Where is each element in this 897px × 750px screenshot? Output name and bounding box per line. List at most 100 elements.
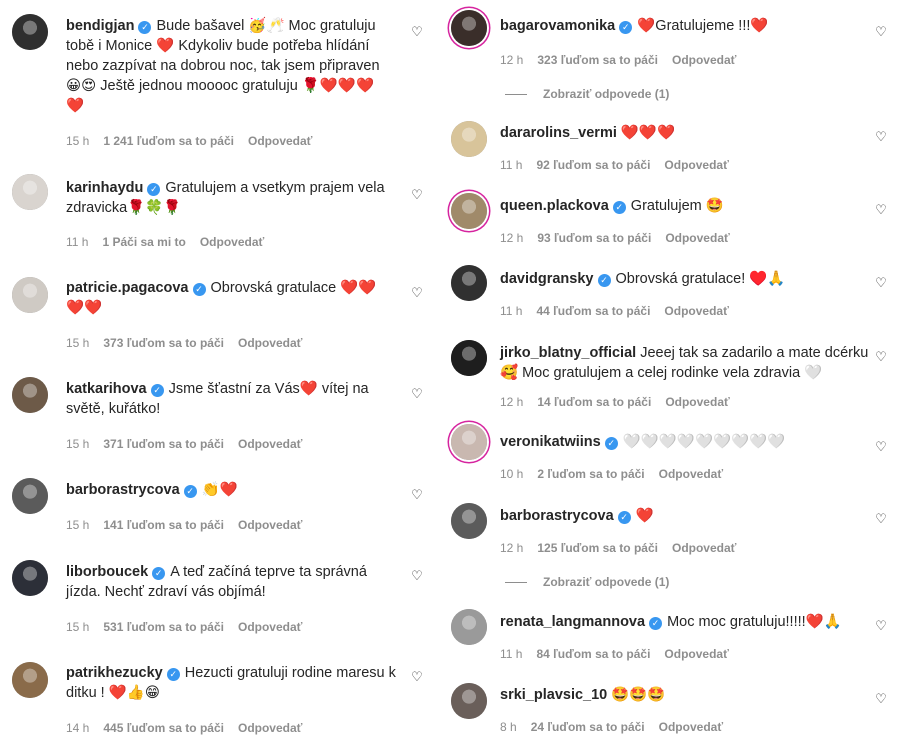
comment-time: 11 h	[500, 304, 523, 318]
heart-outline-icon[interactable]: ♡	[410, 26, 424, 40]
heart-outline-icon[interactable]: ♡	[874, 513, 888, 527]
avatar[interactable]	[12, 277, 48, 313]
avatar[interactable]	[12, 174, 48, 210]
avatar[interactable]	[451, 609, 487, 645]
username-link[interactable]: bagarovamonika	[500, 18, 615, 34]
reply-button[interactable]: Odpovedať	[659, 720, 723, 734]
heart-outline-icon[interactable]: ♡	[874, 620, 888, 634]
likes-count[interactable]: 44 ľuďom sa to páči	[536, 304, 650, 318]
avatar[interactable]	[12, 14, 48, 50]
heart-outline-icon[interactable]: ♡	[874, 441, 888, 455]
comment-time: 15 h	[66, 134, 90, 148]
likes-count[interactable]: 125 ľuďom sa to páči	[537, 541, 658, 555]
reply-button[interactable]: Odpovedať	[238, 437, 302, 451]
avatar[interactable]	[12, 478, 48, 514]
likes-count[interactable]: 2 ľuďom sa to páči	[537, 467, 644, 481]
avatar[interactable]	[12, 377, 48, 413]
comment-body: renata_langmannova ✓ Moc moc gratuluju!!!!…	[500, 612, 870, 632]
view-replies-button[interactable]: Zobraziť odpovede (1)	[505, 575, 669, 589]
reply-button[interactable]: Odpovedať	[238, 620, 302, 634]
username-link[interactable]: srki_plavsic_10	[500, 687, 607, 703]
username-link[interactable]: renata_langmannova	[500, 614, 645, 630]
likes-count[interactable]: 323 ľuďom sa to páči	[537, 53, 658, 67]
likes-count[interactable]: 1 Páči sa mi to	[102, 235, 185, 249]
heart-outline-icon[interactable]: ♡	[874, 131, 888, 145]
reply-button[interactable]: Odpovedať	[248, 134, 312, 148]
likes-count[interactable]: 531 ľuďom sa to páči	[103, 620, 224, 634]
comment-meta: 10 h 2 ľuďom sa to páči Odpovedať	[500, 467, 723, 481]
heart-outline-icon[interactable]: ♡	[874, 351, 888, 365]
heart-outline-icon[interactable]: ♡	[874, 204, 888, 218]
comment-text: 👏❤️	[201, 482, 238, 498]
comment-body: katkarihova ✓ Jsme šťastní za Vás❤️ vítej …	[66, 379, 396, 419]
verified-badge-icon: ✓	[192, 283, 206, 296]
username-link[interactable]: liborboucek	[66, 564, 148, 580]
likes-count[interactable]: 92 ľuďom sa to páči	[536, 158, 650, 172]
likes-count[interactable]: 445 ľuďom sa to páči	[103, 721, 224, 735]
comment-meta: 15 h 531 ľuďom sa to páči Odpovedať	[66, 620, 302, 634]
avatar[interactable]	[12, 560, 48, 596]
likes-count[interactable]: 93 ľuďom sa to páči	[537, 231, 651, 245]
verified-badge-icon: ✓	[619, 21, 633, 34]
reply-button[interactable]: Odpovedať	[672, 53, 736, 67]
reply-button[interactable]: Odpovedať	[665, 231, 729, 245]
reply-button[interactable]: Odpovedať	[238, 721, 302, 735]
username-link[interactable]: davidgransky	[500, 271, 594, 287]
reply-button[interactable]: Odpovedať	[664, 304, 728, 318]
reply-button[interactable]: Odpovedať	[664, 158, 728, 172]
username-link[interactable]: queen.plackova	[500, 198, 609, 214]
comment-body: veronikatwiins ✓ 🤍🤍🤍🤍🤍🤍🤍🤍🤍	[500, 432, 870, 452]
username-link[interactable]: patrikhezucky	[66, 665, 163, 681]
username-link[interactable]: barborastrycova	[500, 508, 614, 524]
username-link[interactable]: barborastrycova	[66, 482, 180, 498]
likes-count[interactable]: 84 ľuďom sa to páči	[536, 647, 650, 661]
username-link[interactable]: dararolins_vermi	[500, 125, 617, 141]
reply-button[interactable]: Odpovedať	[238, 336, 302, 350]
heart-outline-icon[interactable]: ♡	[410, 189, 424, 203]
heart-outline-icon[interactable]: ♡	[410, 388, 424, 402]
heart-outline-icon[interactable]: ♡	[874, 277, 888, 291]
likes-count[interactable]: 373 ľuďom sa to páči	[103, 336, 224, 350]
avatar[interactable]	[451, 121, 487, 157]
username-link[interactable]: patricie.pagacova	[66, 280, 189, 296]
username-link[interactable]: katkarihova	[66, 381, 147, 397]
avatar[interactable]	[451, 424, 487, 460]
reply-button[interactable]: Odpovedať	[665, 395, 729, 409]
avatar[interactable]	[12, 662, 48, 698]
likes-count[interactable]: 371 ľuďom sa to páči	[103, 437, 224, 451]
view-replies-label: Zobraziť odpovede (1)	[543, 575, 670, 589]
username-link[interactable]: jirko_blatny_official	[500, 345, 636, 361]
username-link[interactable]: veronikatwiins	[500, 434, 601, 450]
likes-count[interactable]: 14 ľuďom sa to páči	[537, 395, 651, 409]
heart-outline-icon[interactable]: ♡	[410, 287, 424, 301]
verified-badge-icon: ✓	[604, 437, 618, 450]
reply-button[interactable]: Odpovedať	[672, 541, 736, 555]
reply-button[interactable]: Odpovedať	[659, 467, 723, 481]
avatar[interactable]	[451, 340, 487, 376]
heart-outline-icon[interactable]: ♡	[874, 26, 888, 40]
heart-outline-icon[interactable]: ♡	[410, 489, 424, 503]
heart-outline-icon[interactable]: ♡	[410, 570, 424, 584]
heart-outline-icon[interactable]: ♡	[410, 671, 424, 685]
username-link[interactable]: bendigjan	[66, 18, 134, 34]
likes-count[interactable]: 141 ľuďom sa to páči	[103, 518, 224, 532]
reply-button[interactable]: Odpovedať	[200, 235, 264, 249]
comment-body: barborastrycova ✓ ❤️	[500, 506, 870, 526]
avatar[interactable]	[451, 193, 487, 229]
avatar[interactable]	[451, 503, 487, 539]
avatar[interactable]	[451, 10, 487, 46]
reply-button[interactable]: Odpovedať	[238, 518, 302, 532]
username-link[interactable]: karinhaydu	[66, 180, 143, 196]
likes-count[interactable]: 24 ľuďom sa to páči	[531, 720, 645, 734]
avatar[interactable]	[451, 265, 487, 301]
comment-body: dararolins_vermi ❤️❤️❤️	[500, 123, 870, 143]
view-replies-button[interactable]: Zobraziť odpovede (1)	[505, 87, 669, 101]
reply-button[interactable]: Odpovedať	[664, 647, 728, 661]
comment-meta: 11 h 44 ľuďom sa to páči Odpovedať	[500, 304, 729, 318]
heart-outline-icon[interactable]: ♡	[874, 693, 888, 707]
avatar[interactable]	[451, 683, 487, 719]
comment-meta: 14 h 445 ľuďom sa to páči Odpovedať	[66, 721, 302, 735]
verified-badge-icon: ✓	[152, 567, 166, 580]
likes-count[interactable]: 1 241 ľuďom sa to páči	[103, 134, 234, 148]
comment-text: ❤️Gratulujeme !!!❤️	[637, 18, 769, 34]
